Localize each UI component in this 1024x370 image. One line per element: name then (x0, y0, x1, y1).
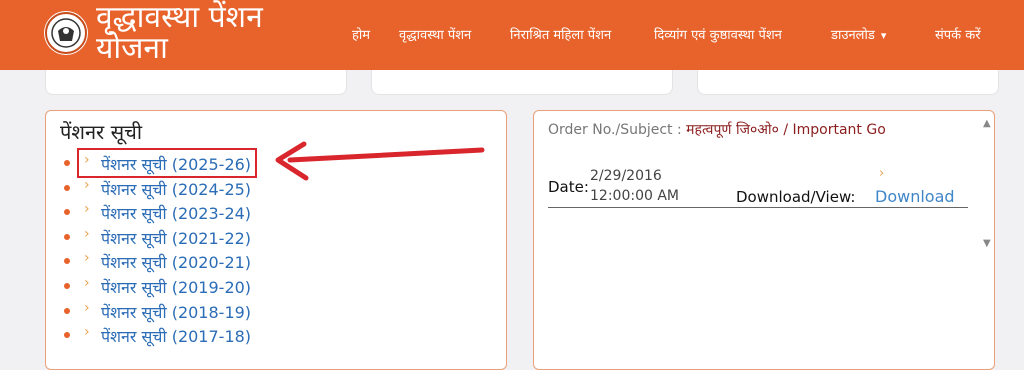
link-year: (2023-24) (171, 204, 252, 224)
brand-line2: योजना (96, 31, 168, 66)
chevron-right-icon: › (879, 166, 885, 181)
link-label: पेंशनर सूची (101, 179, 167, 199)
pensioner-list-title: पेंशनर सूची (60, 120, 142, 144)
order-label: Order No./Subject : (548, 122, 682, 138)
link-label: पेंशनर सूची (101, 204, 167, 224)
pensioner-link[interactable]: पेंशनर सूची (2021-22) (101, 227, 251, 249)
chevron-right-icon: › (84, 176, 90, 193)
order-value: महत्वपूर्ण जि०ओ० / Important Go (686, 122, 886, 138)
divider (548, 207, 968, 208)
bullet-dot-icon (64, 160, 70, 166)
bullet-dot-icon (64, 307, 70, 314)
chevron-right-icon: › (84, 250, 90, 267)
chevron-right-icon: › (84, 274, 90, 291)
link-label: पेंशनर सूची (101, 327, 167, 347)
pensioner-link[interactable]: पेंशनर सूची (2023-24) (101, 202, 251, 224)
bullet-dot-icon (64, 282, 70, 289)
chevron-right-icon: › (84, 299, 90, 316)
pensioner-link[interactable]: पेंशनर सूची (2018-19) (101, 301, 251, 323)
scroll-up-icon[interactable]: ▲ (983, 118, 991, 129)
pensioner-link[interactable]: पेंशनर सूची (2019-20) (101, 276, 251, 298)
pensioner-link[interactable]: पेंशनर सूची (2017-18) (101, 325, 251, 347)
nav-download-label: डाउनलोड (831, 28, 875, 43)
top-card-2 (371, 70, 673, 95)
scroll-down-icon[interactable]: ▼ (983, 238, 991, 249)
bullet-dot-icon (64, 209, 70, 216)
chevron-right-icon: › (84, 225, 90, 242)
top-card-1 (45, 70, 347, 95)
chevron-right-icon: › (84, 324, 90, 341)
download-link[interactable]: Download (875, 187, 955, 206)
notice-panel: Order No./Subject : महत्वपूर्ण जि०ओ० / I… (533, 110, 995, 370)
bullet-dot-icon (64, 258, 70, 265)
nav-home[interactable]: होम (352, 25, 370, 43)
date-value: 2/29/2016 12:00:00 AM (590, 166, 679, 206)
bullet-dot-icon (64, 184, 70, 191)
order-subject: Order No./Subject : महत्वपूर्ण जि०ओ० / I… (548, 120, 886, 139)
brand-line1: वृद्धावस्था पेंशन (96, 0, 263, 35)
link-year: (2019-20) (171, 277, 252, 297)
highlight-box (77, 148, 257, 178)
link-label: पेंशनर सूची (101, 228, 167, 248)
nav-disability-pension[interactable]: दिव्यांग एवं कुष्ठावस्था पेंशन (654, 25, 782, 43)
chevron-down-icon: ▾ (880, 29, 887, 42)
download-label: Download/View: (736, 188, 856, 206)
bullet-dot-icon (64, 233, 70, 240)
nav-old-age-pension[interactable]: वृद्धावस्था पेंशन (399, 25, 471, 43)
top-card-3 (697, 70, 999, 95)
date-line1: 2/29/2016 (590, 168, 662, 184)
bullet-dot-icon (64, 332, 70, 339)
site-header: वृद्धावस्था पेंशन योजना होम वृद्धावस्था … (0, 0, 1024, 70)
link-label: पेंशनर सूची (101, 277, 167, 297)
pensioner-link[interactable]: पेंशनर सूची (2020-21) (101, 251, 251, 273)
date-line2: 12:00:00 AM (590, 188, 679, 204)
red-arrow-annotation (275, 141, 485, 181)
emblem-logo[interactable] (44, 11, 88, 55)
nav-contact[interactable]: संपर्क करें (935, 25, 981, 43)
link-year: (2021-22) (171, 228, 252, 248)
link-label: पेंशनर सूची (101, 253, 167, 273)
nav-destitute-women-pension[interactable]: निराश्रित महिला पेंशन (510, 25, 611, 43)
nav-download[interactable]: डाउनलोड ▾ (831, 25, 886, 43)
chevron-right-icon: › (84, 201, 90, 218)
link-year: (2020-21) (171, 253, 252, 273)
link-year: (2017-18) (171, 327, 252, 347)
link-label: पेंशनर सूची (101, 302, 167, 322)
pensioner-link[interactable]: पेंशनर सूची (2024-25) (101, 178, 251, 200)
brand-title[interactable]: वृद्धावस्था पेंशन योजना (96, 2, 263, 64)
date-label: Date: (548, 178, 589, 196)
link-year: (2018-19) (171, 302, 252, 322)
link-year: (2024-25) (171, 179, 252, 199)
